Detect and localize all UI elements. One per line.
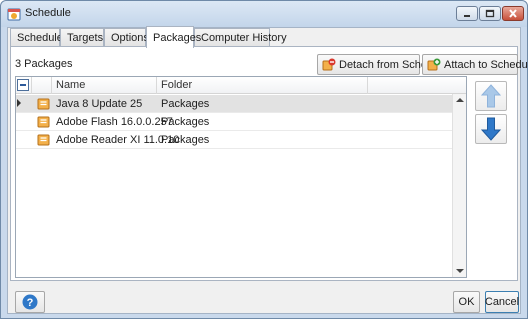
grid-header: Name Folder <box>16 77 466 94</box>
scroll-down-arrow-icon[interactable] <box>456 269 464 273</box>
tab-targets[interactable]: Targets <box>60 28 104 47</box>
select-all-checkbox[interactable] <box>17 79 29 91</box>
minimize-icon <box>464 14 470 17</box>
package-icon <box>37 134 50 146</box>
tab-label: Computer History <box>201 32 287 44</box>
detach-button[interactable]: Detach from Schedule <box>317 54 448 75</box>
tab-label: Options <box>111 32 149 44</box>
current-row-indicator <box>17 99 21 107</box>
arrow-up-icon <box>481 84 501 108</box>
attach-icon <box>427 58 441 70</box>
window-title: Schedule <box>25 7 71 19</box>
tab-computer-history[interactable]: Computer History <box>194 28 287 47</box>
cancel-label: Cancel <box>484 296 520 308</box>
packages-grid: Name Folder Java 8 Update 25 Packages Ad… <box>15 76 467 278</box>
svg-text:?: ? <box>27 297 34 309</box>
maximize-icon <box>485 9 495 18</box>
move-up-button[interactable] <box>475 81 507 111</box>
package-icon <box>37 116 50 128</box>
dialog-body: Schedule Targets Options Packages Comput… <box>7 26 528 314</box>
package-name: Adobe Flash 16.0.0.257 <box>56 116 173 128</box>
scroll-up-arrow-icon[interactable] <box>456 98 464 102</box>
package-folder: Packages <box>161 134 210 146</box>
column-header-name[interactable]: Name <box>52 77 157 94</box>
column-header-label: Name <box>56 79 86 91</box>
tab-schedule[interactable]: Schedule <box>10 28 63 47</box>
tab-label: Targets <box>67 32 104 44</box>
minimize-button[interactable] <box>456 6 478 21</box>
tab-label: Schedule <box>17 32 63 44</box>
ok-button[interactable]: OK <box>453 291 480 313</box>
detach-icon <box>322 58 336 70</box>
select-all-cell <box>16 77 32 94</box>
column-header-folder[interactable]: Folder <box>157 77 368 94</box>
help-button[interactable]: ? <box>15 291 45 313</box>
table-row[interactable]: Adobe Reader XI 11.0.10 Packages <box>16 131 452 149</box>
close-icon <box>509 9 517 18</box>
tab-options[interactable]: Options <box>104 28 149 47</box>
table-row[interactable]: Java 8 Update 25 Packages <box>16 95 452 113</box>
package-folder: Packages <box>161 98 210 110</box>
ok-label: OK <box>458 296 475 308</box>
schedule-window: Schedule Schedule Targets Options Packag… <box>0 0 528 319</box>
attach-button[interactable]: Attach to Schedule <box>422 54 528 75</box>
cancel-button[interactable]: Cancel <box>485 291 519 313</box>
maximize-button[interactable] <box>479 6 501 21</box>
calendar-icon <box>7 8 21 21</box>
icon-column-header <box>32 77 52 94</box>
package-name: Java 8 Update 25 <box>56 98 143 110</box>
title-bar[interactable]: Schedule <box>1 1 527 27</box>
vertical-scrollbar[interactable] <box>452 94 466 277</box>
package-count: 3 Packages <box>15 58 73 70</box>
arrow-down-icon <box>481 117 501 141</box>
tab-packages[interactable]: Packages <box>146 26 201 48</box>
column-header-label: Folder <box>161 79 193 91</box>
tab-label: Packages <box>153 32 202 44</box>
package-icon <box>37 98 50 110</box>
attach-label: Attach to Schedule <box>444 58 528 71</box>
help-icon: ? <box>22 294 38 310</box>
move-down-button[interactable] <box>475 114 507 144</box>
close-button[interactable] <box>502 6 524 21</box>
table-row[interactable]: Adobe Flash 16.0.0.257 Packages <box>16 113 452 131</box>
package-folder: Packages <box>161 116 210 128</box>
